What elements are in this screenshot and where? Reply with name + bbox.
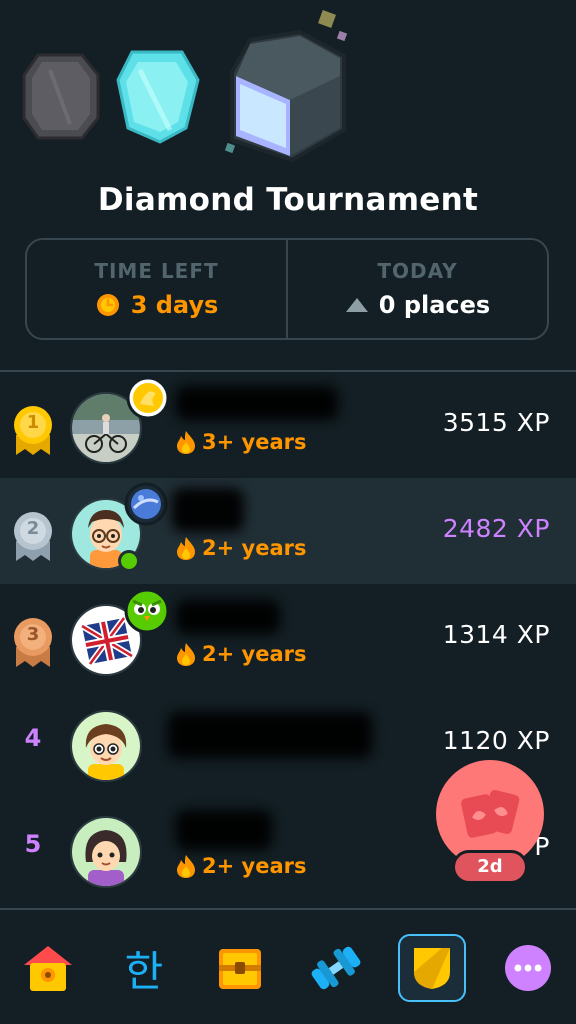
leaderboard-row[interactable]: 1 3+ years 3515 XP	[0, 372, 576, 478]
fire-icon	[177, 537, 195, 560]
bottom-nav: 한	[0, 910, 576, 1024]
obsidian-league-icon	[22, 53, 100, 140]
streak-text: 2+ years	[202, 642, 307, 666]
korean-character-icon: 한	[124, 946, 164, 996]
league-badges	[22, 10, 348, 163]
more-icon	[505, 945, 551, 991]
rank-number: 1	[26, 412, 40, 433]
rank-number: 4	[24, 724, 42, 752]
redacted-username	[176, 386, 338, 420]
xp-value: 2482 XP	[442, 514, 550, 543]
nav-leaderboards[interactable]	[398, 934, 466, 1002]
gold-streak-badge-icon	[126, 376, 170, 420]
leaderboard-row[interactable]: 3 2+ years 1314 XP	[0, 584, 576, 690]
cartoon-avatar-curly-hair	[72, 712, 140, 780]
rank-number: 2	[26, 518, 40, 539]
sapphire-league-icon	[116, 50, 200, 144]
home-icon	[24, 946, 72, 991]
redacted-username	[176, 810, 272, 850]
cartoon-avatar-dark-hair	[72, 818, 140, 886]
page-title: Diamond Tournament	[97, 182, 479, 218]
diamond-league-icon	[224, 10, 348, 163]
today-value: 0 places	[378, 291, 491, 319]
streak: 2+ years	[176, 854, 306, 878]
redacted-username	[168, 712, 372, 758]
fire-icon	[177, 643, 195, 666]
planet-badge-icon	[124, 482, 168, 526]
avatar[interactable]	[70, 816, 142, 888]
nav-characters[interactable]: 한	[110, 934, 178, 1002]
rank-change-triangle-icon	[345, 298, 368, 312]
streak: 2+ years	[176, 536, 306, 560]
xp-value: 1314 XP	[442, 620, 550, 649]
nav-stories[interactable]	[206, 934, 274, 1002]
streak: 2+ years	[176, 642, 306, 666]
rank-number: 5	[24, 830, 42, 858]
avatar[interactable]	[70, 710, 142, 782]
treasure-chest-icon	[219, 949, 261, 989]
league-header: Diamond Tournament TIME LEFT 3 days TODA…	[0, 0, 576, 370]
time-left-stat: TIME LEFT 3 days	[27, 240, 286, 338]
today-label: TODAY	[377, 259, 458, 283]
online-status-dot	[118, 550, 140, 572]
rank-number: 3	[26, 624, 40, 645]
leaderboard-row-current-user[interactable]: 2 2+ years 2482 XP	[0, 478, 576, 584]
redacted-username	[176, 600, 280, 634]
league-shield-icon	[414, 948, 450, 989]
streak: 3+ years	[176, 430, 306, 454]
streak-text: 2+ years	[202, 536, 307, 560]
xp-value: 1120 XP	[442, 726, 550, 755]
nav-practice[interactable]	[302, 934, 370, 1002]
fab-timer-badge: 2d	[452, 850, 528, 884]
redacted-username	[172, 488, 244, 532]
streak-text: 3+ years	[202, 430, 307, 454]
nav-home[interactable]	[14, 934, 82, 1002]
clock-icon	[96, 294, 119, 316]
fire-icon	[177, 855, 195, 878]
duo-owl-badge-icon	[124, 588, 170, 634]
time-left-label: TIME LEFT	[94, 259, 219, 283]
streak-text: 2+ years	[202, 854, 307, 878]
dumbbell-icon	[311, 946, 361, 990]
time-left-value: 3 days	[130, 291, 219, 319]
fire-icon	[177, 431, 195, 454]
today-stat: TODAY 0 places	[286, 240, 547, 338]
nav-more[interactable]	[494, 934, 562, 1002]
league-stats-panel: TIME LEFT 3 days TODAY 0 places	[25, 238, 549, 340]
xp-value: 3515 XP	[442, 408, 550, 437]
